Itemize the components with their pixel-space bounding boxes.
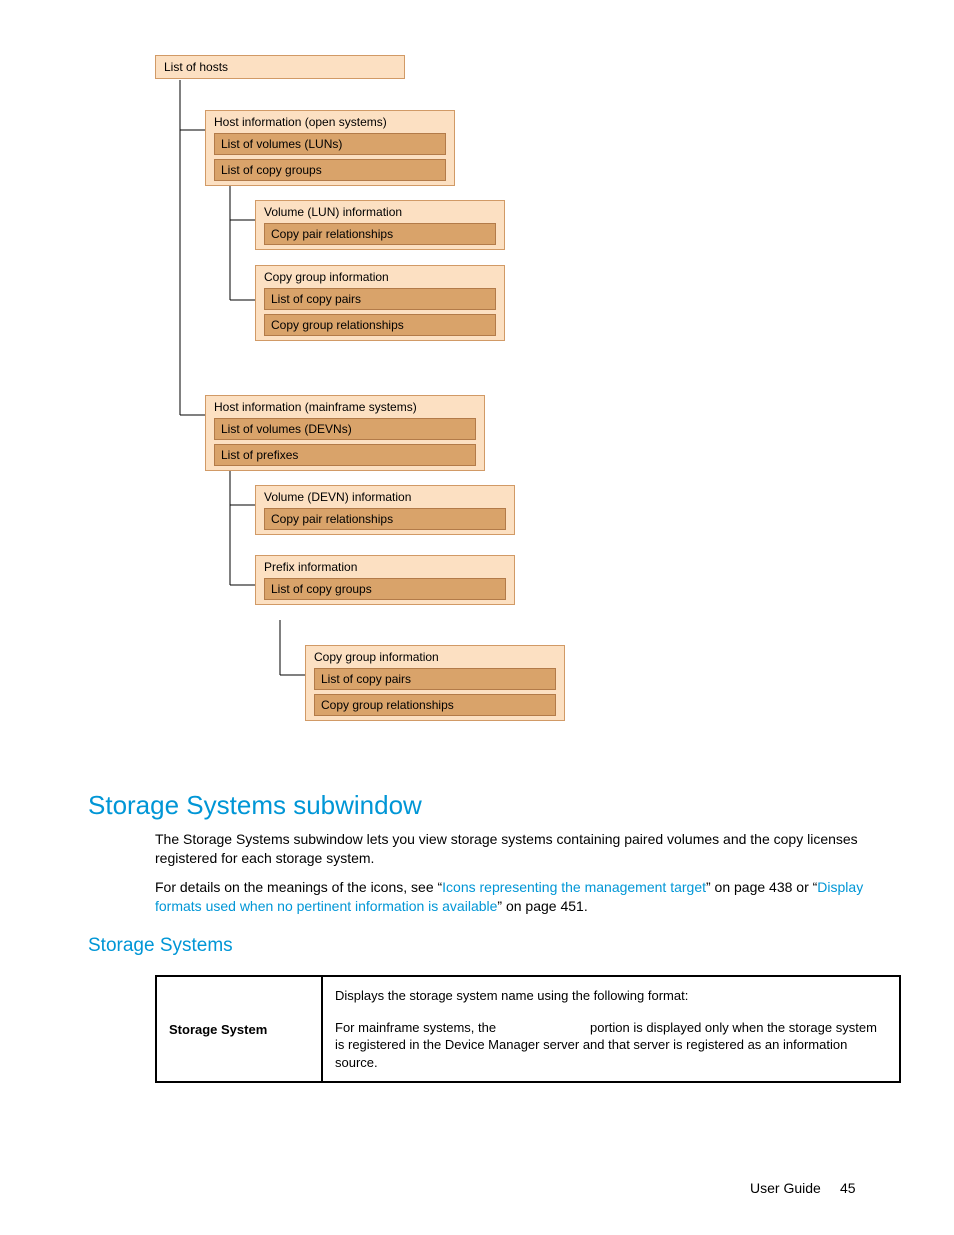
- link-icons-representing[interactable]: Icons representing the management target: [442, 879, 706, 895]
- table-value-line2: For mainframe systems, the portion is di…: [335, 1019, 887, 1072]
- node-copygroup1-title: Copy group information: [264, 270, 496, 284]
- document-page: List of hosts Host information (open sys…: [0, 0, 954, 1235]
- node-copygroup2-row: Copy group relationships: [314, 694, 556, 716]
- node-vol-devn: Volume (DEVN) information Copy pair rela…: [255, 485, 515, 535]
- node-copygroup2-row: List of copy pairs: [314, 668, 556, 690]
- node-root-label: List of hosts: [164, 60, 228, 74]
- node-host-mf-row: List of prefixes: [214, 444, 476, 466]
- node-host-open: Host information (open systems) List of …: [205, 110, 455, 186]
- node-prefix-row: List of copy groups: [264, 578, 506, 600]
- node-prefix-title: Prefix information: [264, 560, 506, 574]
- footer-page-number: 45: [840, 1180, 856, 1196]
- table-value-cell: Displays the storage system name using t…: [322, 976, 900, 1082]
- node-vol-lun-title: Volume (LUN) information: [264, 205, 496, 219]
- node-vol-devn-title: Volume (DEVN) information: [264, 490, 506, 504]
- node-host-mf: Host information (mainframe systems) Lis…: [205, 395, 485, 471]
- footer-label: User Guide: [750, 1180, 821, 1196]
- node-copygroup1-row: Copy group relationships: [264, 314, 496, 336]
- node-copygroup1-row: List of copy pairs: [264, 288, 496, 310]
- heading-storage-systems: Storage Systems: [88, 935, 233, 957]
- node-copygroup2: Copy group information List of copy pair…: [305, 645, 565, 721]
- paragraph-intro: The Storage Systems subwindow lets you v…: [155, 830, 895, 868]
- text-fragment: For mainframe systems, the: [335, 1020, 500, 1035]
- paragraph-icons: For details on the meanings of the icons…: [155, 878, 905, 916]
- heading-storage-systems-subwindow: Storage Systems subwindow: [88, 790, 422, 821]
- text-fragment: For details on the meanings of the icons…: [155, 879, 442, 895]
- definition-table: Storage System Displays the storage syst…: [155, 975, 901, 1083]
- table-row: Storage System Displays the storage syst…: [156, 976, 900, 1082]
- node-host-mf-title: Host information (mainframe systems): [214, 400, 476, 414]
- node-vol-devn-row: Copy pair relationships: [264, 508, 506, 530]
- node-host-mf-row: List of volumes (DEVNs): [214, 418, 476, 440]
- node-root: List of hosts: [155, 55, 405, 79]
- node-prefix: Prefix information List of copy groups: [255, 555, 515, 605]
- node-host-open-row: List of volumes (LUNs): [214, 133, 446, 155]
- table-key-cell: Storage System: [156, 976, 322, 1082]
- text-fragment: ” on page 451.: [497, 898, 587, 914]
- text-fragment: ” on page 438 or “: [706, 879, 817, 895]
- node-copygroup2-title: Copy group information: [314, 650, 556, 664]
- node-copygroup1: Copy group information List of copy pair…: [255, 265, 505, 341]
- node-host-open-row: List of copy groups: [214, 159, 446, 181]
- node-vol-lun: Volume (LUN) information Copy pair relat…: [255, 200, 505, 250]
- node-host-open-title: Host information (open systems): [214, 115, 446, 129]
- table-value-line1: Displays the storage system name using t…: [335, 987, 887, 1005]
- node-vol-lun-row: Copy pair relationships: [264, 223, 496, 245]
